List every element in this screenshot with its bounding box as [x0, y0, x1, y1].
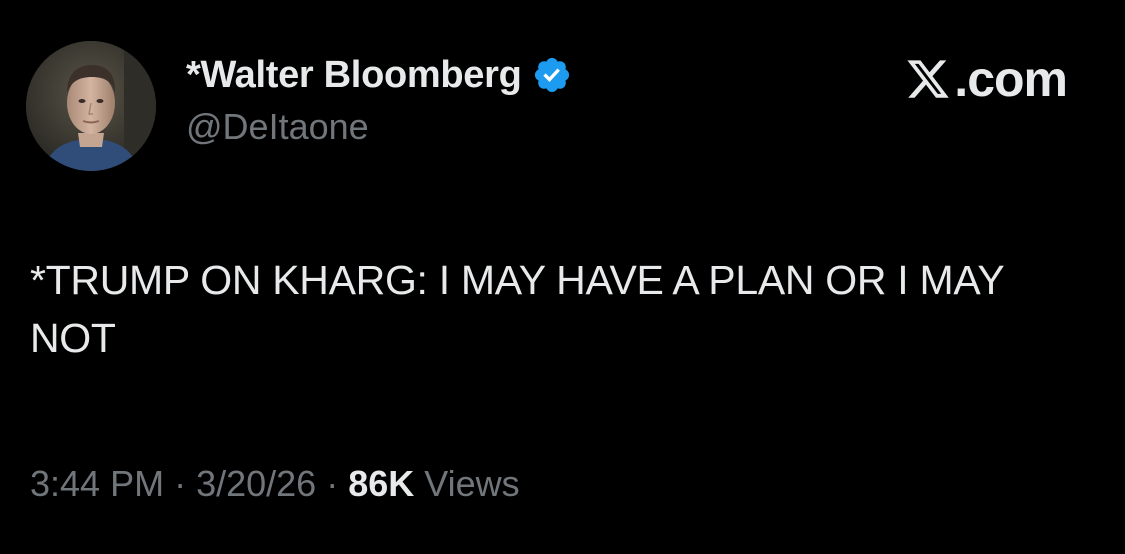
- author-display-name[interactable]: *Walter Bloomberg: [186, 54, 522, 97]
- author-name-row: *Walter Bloomberg: [186, 52, 572, 98]
- author-info: *Walter Bloomberg @DeItaone: [186, 52, 572, 148]
- verified-badge-icon: [532, 55, 572, 95]
- meta-separator: ·: [326, 463, 339, 504]
- avatar[interactable]: [26, 41, 156, 171]
- tweet-card: *Walter Bloomberg @DeItaone .com *TRUMP …: [0, 0, 1125, 554]
- author-handle[interactable]: @DeItaone: [186, 106, 572, 148]
- x-brand: .com: [904, 51, 1068, 107]
- brand-domain-text: .com: [954, 51, 1068, 107]
- tweet-text: *TRUMP ON KHARG: I MAY HAVE A PLAN OR I …: [30, 257, 1004, 361]
- tweet-meta: 3:44 PM · 3/20/26 · 86K Views: [30, 463, 520, 505]
- tweet-date[interactable]: 3/20/26: [196, 463, 316, 505]
- views-count[interactable]: 86K: [348, 463, 414, 505]
- x-logo-icon: [904, 56, 952, 102]
- tweet-time[interactable]: 3:44 PM: [30, 463, 164, 505]
- profile-photo: [26, 41, 156, 171]
- meta-separator: ·: [174, 463, 187, 504]
- views-label: Views: [424, 463, 520, 504]
